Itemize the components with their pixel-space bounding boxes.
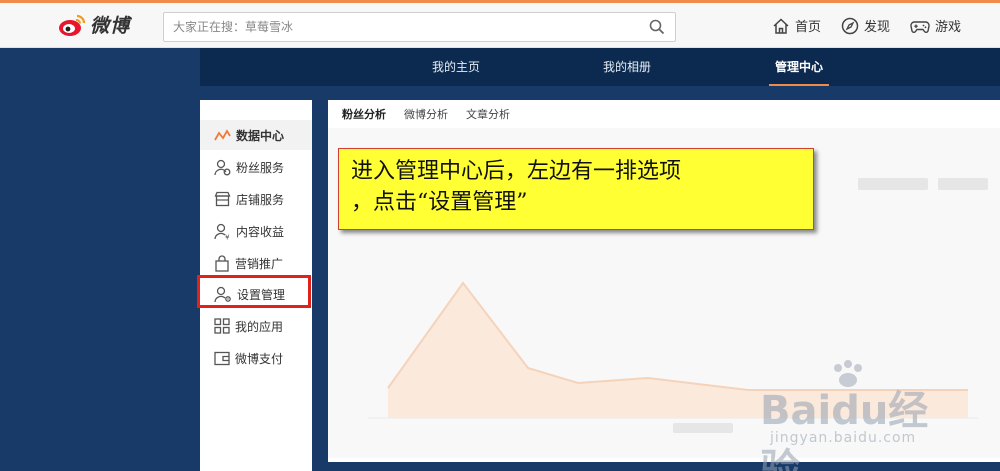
- watermark-url: jingyan.baidu.com: [770, 430, 917, 446]
- sidebar-item-content-income[interactable]: ¥ 内容收益: [200, 216, 312, 246]
- top-nav: 首页 发现 游戏: [772, 16, 961, 35]
- sidebar-item-label: 营销推广: [235, 256, 284, 271]
- nav-games[interactable]: 游戏: [910, 16, 961, 35]
- tab-fans-analysis[interactable]: 粉丝分析: [342, 106, 386, 122]
- instruction-line-2: ，点击“设置管理”: [351, 190, 528, 215]
- sidebar-item-label: 设置管理: [237, 287, 286, 302]
- sidebar-item-weibo-pay[interactable]: 微博支付: [200, 343, 312, 373]
- profile-subnav: 我的主页 我的相册 管理中心: [200, 48, 1000, 86]
- sidebar-item-data-center[interactable]: 数据中心: [200, 120, 312, 150]
- sidebar-item-label: 店铺服务: [236, 192, 285, 207]
- shop-icon: [214, 191, 231, 207]
- management-sidebar: 数据中心 粉丝服务 店铺服务 ¥ 内容收益 营销推广 设置管理 我的应用 微博支…: [200, 100, 312, 471]
- sidebar-item-label: 数据中心: [236, 128, 285, 143]
- nav-home-label: 首页: [795, 20, 822, 35]
- tab-weibo-analysis[interactable]: 微博分析: [404, 106, 448, 122]
- sidebar-item-settings-management[interactable]: 设置管理: [200, 279, 312, 309]
- sidebar-item-my-apps[interactable]: 我的应用: [200, 311, 312, 341]
- wallet-icon: [214, 351, 230, 365]
- tab-article-analysis[interactable]: 文章分析: [466, 106, 510, 122]
- nav-discover-label: 发现: [864, 20, 891, 35]
- analysis-tabs: 粉丝分析 微博分析 文章分析: [342, 106, 510, 122]
- sidebar-item-label: 微博支付: [235, 351, 284, 366]
- baidu-jingyan-watermark: Baidu经验 jingyan.baidu.com: [760, 360, 960, 471]
- income-icon: ¥: [214, 223, 230, 240]
- gamepad-icon: [910, 20, 930, 33]
- weibo-logo-icon: [59, 14, 86, 36]
- search-icon[interactable]: [649, 19, 665, 39]
- subnav-my-homepage[interactable]: 我的主页: [432, 48, 480, 86]
- bag-icon: [215, 254, 229, 272]
- nav-games-label: 游戏: [935, 20, 962, 35]
- sidebar-item-fans-service[interactable]: 粉丝服务: [200, 152, 312, 182]
- svg-text:¥: ¥: [225, 233, 230, 240]
- sidebar-item-label: 内容收益: [236, 224, 285, 239]
- top-header: 微博 首页 发现: [0, 3, 1000, 48]
- search-box: [163, 12, 676, 42]
- trend-icon: [214, 129, 231, 141]
- home-icon: [773, 17, 789, 34]
- nav-home[interactable]: 首页: [772, 16, 821, 35]
- weibo-logo[interactable]: 微博: [58, 11, 130, 38]
- sidebar-item-label: 粉丝服务: [236, 160, 285, 175]
- nav-discover[interactable]: 发现: [841, 16, 890, 35]
- watermark-main: Baidu经验: [760, 388, 929, 471]
- sidebar-item-marketing[interactable]: 营销推广: [200, 248, 312, 278]
- sidebar-item-shop-service[interactable]: 店铺服务: [200, 184, 312, 214]
- instruction-line-1: 进入管理中心后，左边有一排选项: [351, 159, 682, 184]
- subnav-management-center[interactable]: 管理中心: [768, 48, 830, 86]
- user-gear-icon: [214, 286, 231, 302]
- sidebar-item-label: 我的应用: [235, 319, 284, 334]
- compass-icon: [841, 17, 859, 34]
- instruction-callout: 进入管理中心后，左边有一排选项 ，点击“设置管理”: [338, 148, 814, 230]
- fans-icon: [214, 159, 231, 175]
- logo-text: 微博: [90, 15, 131, 37]
- apps-grid-icon: [214, 318, 230, 334]
- search-input[interactable]: [164, 13, 634, 41]
- subnav-my-album[interactable]: 我的相册: [603, 48, 651, 86]
